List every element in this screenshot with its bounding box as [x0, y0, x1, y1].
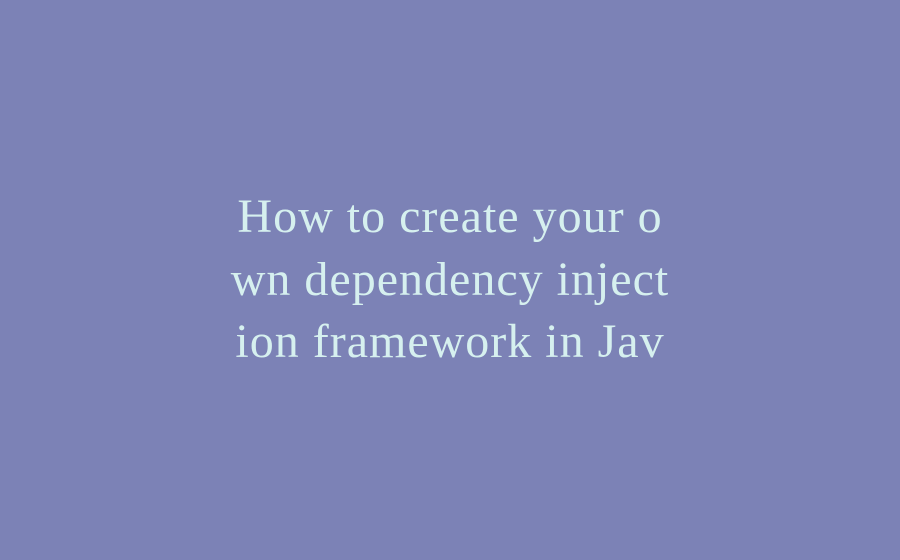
- title-line-2: wn dependency inject: [231, 253, 670, 306]
- title-text: How to create your o wn dependency injec…: [211, 186, 690, 373]
- title-line-1: How to create your o: [237, 190, 662, 243]
- title-line-3: ion framework in Jav: [235, 315, 664, 368]
